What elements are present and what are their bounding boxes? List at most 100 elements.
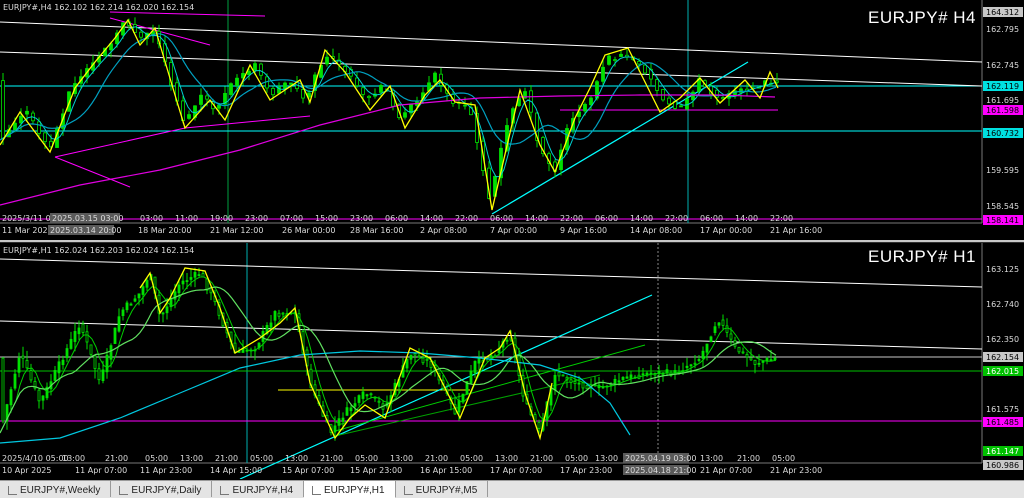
h1-chart-canvas[interactable]: 163.125 162.740 162.350 162.154 162.015 161.5… bbox=[0, 243, 1024, 479]
time-tick-label-top: 15:00 bbox=[315, 214, 338, 223]
time-tick-label-top: 13:00 bbox=[495, 454, 518, 463]
candle-body bbox=[269, 322, 273, 328]
time-tick-label: 21 Mar 12:00 bbox=[210, 226, 263, 235]
h1-symbol-title: EURJPY# H1 bbox=[868, 247, 976, 266]
candle-body bbox=[713, 326, 717, 334]
candle-body bbox=[629, 374, 633, 379]
price-tick-label: 162.745 bbox=[986, 61, 1019, 70]
candle-body bbox=[43, 132, 47, 142]
candle-body bbox=[201, 273, 205, 278]
candle-body bbox=[113, 327, 117, 344]
candle-body bbox=[403, 112, 407, 118]
candle-body bbox=[685, 365, 689, 368]
time-tick-label-top: 22:00 bbox=[455, 214, 478, 223]
candle-body bbox=[117, 316, 121, 332]
chart-pane-h1[interactable]: 163.125 162.740 162.350 162.154 162.015 161.5… bbox=[0, 242, 1024, 479]
candle-body bbox=[553, 374, 557, 391]
tab-weekly[interactable]: EURJPY#,Weekly bbox=[0, 481, 112, 497]
time-tick-label-top: 22:00 bbox=[560, 214, 583, 223]
tab-h1[interactable]: EURJPY#,H1 bbox=[304, 481, 396, 498]
candle-body bbox=[41, 395, 45, 401]
time-tick-label: 16 Apr 15:00 bbox=[420, 466, 472, 475]
time-tick-label-top: 13:00 bbox=[180, 454, 203, 463]
candle-body bbox=[693, 362, 697, 365]
candle-body bbox=[537, 421, 541, 429]
time-tick-label-top: 06:00 bbox=[700, 214, 723, 223]
price-tick-label: 163.125 bbox=[986, 265, 1019, 274]
fib-trend-line bbox=[109, 11, 266, 17]
candle-body bbox=[353, 403, 357, 407]
candle-body bbox=[185, 280, 189, 282]
time-tick-label-top: 06:00 bbox=[490, 214, 513, 223]
chart-pane-h4[interactable]: 164.312 162.795 162.745 162.119 161.695 161.5… bbox=[0, 0, 1024, 240]
time-tick-label: 15 Apr 23:00 bbox=[350, 466, 402, 475]
price-tick-label: 161.575 bbox=[986, 405, 1019, 414]
time-tick-label: 21 Apr 23:00 bbox=[770, 466, 822, 475]
candle-body bbox=[85, 331, 89, 343]
candle-body bbox=[697, 359, 701, 361]
candle-body bbox=[247, 70, 251, 76]
candle-body bbox=[355, 77, 359, 87]
candle-body bbox=[421, 357, 425, 364]
time-tick-label-top: 13:00 bbox=[390, 454, 413, 463]
h4-chart-canvas[interactable]: 164.312 162.795 162.745 162.119 161.695161.5… bbox=[0, 0, 1024, 240]
candle-body bbox=[129, 303, 133, 306]
price-tick-label: 160.732 bbox=[986, 129, 1019, 138]
candle-body bbox=[109, 345, 113, 360]
price-tick-label: 161.598 bbox=[986, 106, 1019, 115]
chart-icon bbox=[220, 485, 230, 495]
time-tick-label: 15 Apr 07:00 bbox=[282, 466, 334, 475]
candle-body bbox=[77, 327, 81, 335]
candle-body bbox=[365, 394, 369, 397]
candle-body bbox=[139, 31, 143, 38]
candle-body bbox=[753, 359, 757, 365]
time-tick-label-top: 05:00 bbox=[355, 454, 378, 463]
candle-body bbox=[655, 79, 659, 91]
time-tick-label-top: 21:00 bbox=[215, 454, 238, 463]
tab-daily[interactable]: EURJPY#,Daily bbox=[111, 481, 213, 497]
chart-icon bbox=[119, 485, 129, 495]
candle-body bbox=[145, 280, 149, 288]
time-tick-label: 2025.04.18 21:00 bbox=[625, 466, 696, 475]
time-tick-label-top: 13:00 bbox=[595, 454, 618, 463]
fib-trend-line bbox=[54, 127, 186, 158]
candle-body bbox=[505, 339, 509, 342]
price-tick-label: 162.119 bbox=[986, 82, 1019, 91]
time-tick-label-top: 14:00 bbox=[420, 214, 443, 223]
time-tick-label: 14 Apr 08:00 bbox=[630, 226, 682, 235]
time-tick-label: 18 Mar 20:00 bbox=[138, 226, 191, 235]
candle-body bbox=[679, 105, 683, 108]
time-tick-label-top: 14:00 bbox=[630, 214, 653, 223]
candle-body bbox=[709, 336, 713, 343]
h4-ohlc-info: EURJPY#,H4 162.102 162.214 162.020 162.1… bbox=[3, 3, 195, 12]
candle-body bbox=[13, 373, 17, 389]
candle-body bbox=[557, 371, 561, 377]
time-tick-label-top: 14:00 bbox=[735, 214, 758, 223]
candle-body bbox=[489, 354, 493, 358]
candle-body bbox=[37, 389, 41, 402]
time-tick-label-top: 2025/4/10 05:00 bbox=[2, 454, 69, 463]
time-tick-label-top: 21:00 bbox=[320, 454, 343, 463]
candle-body bbox=[461, 393, 465, 403]
tab-m5[interactable]: EURJPY#,M5 bbox=[396, 481, 489, 497]
time-tick-label: 21 Apr 07:00 bbox=[700, 466, 752, 475]
price-tick-label: 162.154 bbox=[986, 353, 1019, 362]
time-tick-label-top: 13:00 bbox=[62, 454, 85, 463]
candle-body bbox=[69, 338, 73, 349]
tab-h4[interactable]: EURJPY#,H4 bbox=[212, 481, 305, 497]
time-tick-label-top: 23:00 bbox=[245, 214, 268, 223]
candle-body bbox=[357, 395, 361, 403]
candle-body bbox=[333, 425, 337, 433]
candle-body bbox=[89, 344, 93, 355]
candle-body bbox=[217, 104, 221, 109]
candle-body bbox=[161, 312, 165, 315]
time-tick-label-top: 13:00 bbox=[285, 454, 308, 463]
time-tick-label-top: 05:00 bbox=[250, 454, 273, 463]
candle-body bbox=[189, 277, 193, 280]
time-tick-label-top: 21:00 bbox=[425, 454, 448, 463]
candle-body bbox=[17, 357, 21, 373]
candle-body bbox=[637, 61, 641, 65]
candle-body bbox=[369, 393, 373, 396]
time-tick-label-top: 06:00 bbox=[385, 214, 408, 223]
candle-body bbox=[583, 103, 587, 112]
